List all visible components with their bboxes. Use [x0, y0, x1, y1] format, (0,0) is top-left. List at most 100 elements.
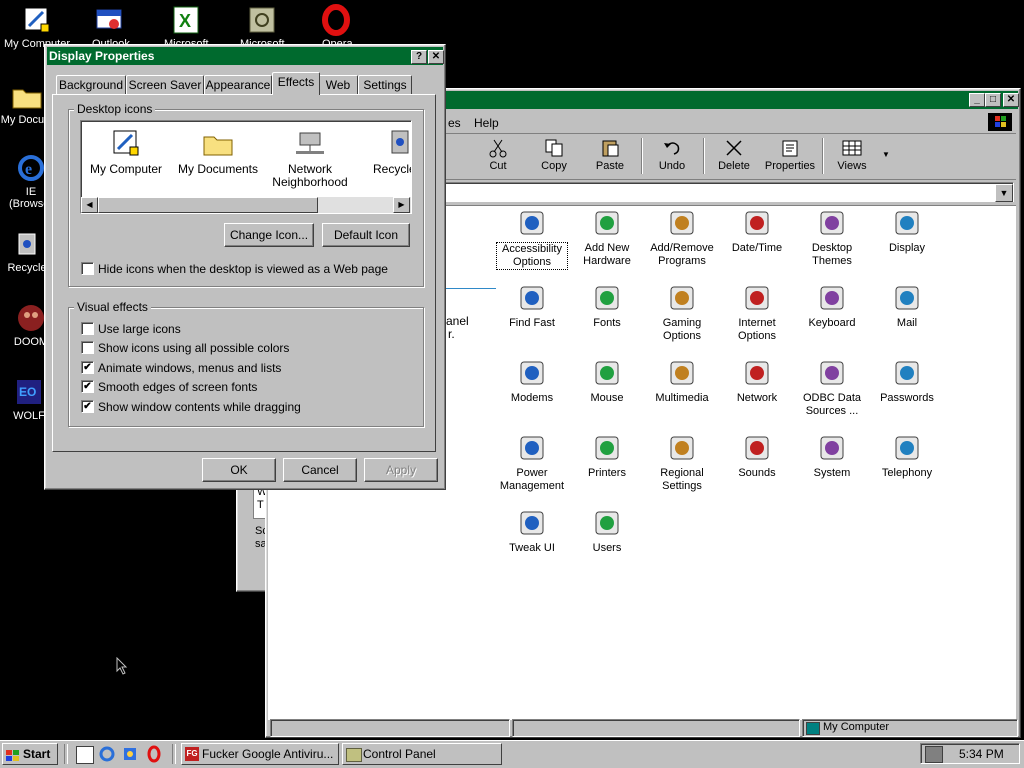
ok-button[interactable]: OK [202, 458, 276, 482]
ie-icon: e [15, 152, 47, 184]
all-colors-checkbox[interactable] [81, 341, 94, 354]
control-panel-item-label: ODBC Data Sources ... [802, 392, 862, 417]
desktop-icons-list-item[interactable]: Network Neighborhood [265, 127, 355, 189]
dialog-close-button[interactable]: ✕ [428, 50, 444, 64]
toolbar-properties[interactable]: Properties [760, 138, 820, 172]
animate-windows-checkbox[interactable]: ✔ [81, 361, 94, 374]
taskbar-button-control-panel[interactable]: Control Panel [342, 743, 502, 765]
control-panel-item[interactable]: System [796, 432, 868, 480]
address-dropdown-button[interactable]: ▼ [995, 184, 1013, 202]
desktop-icons-list-item[interactable]: My Documents [173, 127, 263, 176]
control-panel-item[interactable]: Tweak UI [496, 507, 568, 555]
desktop-icons-list-item[interactable]: Recycle B [355, 127, 412, 176]
status-pane-location: My Computer [802, 719, 1018, 737]
default-icon-button[interactable]: Default Icon [322, 223, 410, 247]
control-panel-item[interactable]: Display [871, 207, 943, 255]
use-large-icons-label[interactable]: Use large icons [98, 322, 181, 336]
control-panel-item[interactable]: Find Fast [496, 282, 568, 330]
hide-icons-label[interactable]: Hide icons when the desktop is viewed as… [98, 262, 388, 276]
tab-screen-saver[interactable]: Screen Saver [126, 75, 204, 96]
toolbar-undo[interactable]: Undo [644, 138, 700, 172]
clock[interactable]: 5:34 PM [959, 747, 1004, 761]
desktop-icon-outlook[interactable] [94, 4, 130, 36]
control-panel-item[interactable]: Fonts [571, 282, 643, 330]
taskbar-button-label: Fucker Google Antiviru... [202, 747, 334, 761]
quicklaunch-ie-icon[interactable] [98, 745, 116, 763]
tab-settings[interactable]: Settings [358, 75, 412, 96]
scroll-left-button[interactable]: ◀ [81, 197, 98, 213]
start-button[interactable]: Start [2, 743, 58, 765]
control-panel-item[interactable]: Date/Time [721, 207, 793, 255]
minimize-button[interactable]: _ [969, 93, 985, 107]
control-panel-item[interactable]: Printers [571, 432, 643, 480]
cancel-button[interactable]: Cancel [283, 458, 357, 482]
scroll-right-button[interactable]: ▶ [393, 197, 410, 213]
tab-appearance[interactable]: Appearance [204, 75, 272, 96]
control-panel-item[interactable]: Mail [871, 282, 943, 330]
control-panel-item[interactable]: Users [571, 507, 643, 555]
control-panel-item[interactable]: Multimedia [646, 357, 718, 405]
control-panel-item[interactable]: Gaming Options [646, 282, 718, 343]
window-contents-checkbox[interactable]: ✔ [81, 400, 94, 413]
toolbar-paste[interactable]: Paste [582, 138, 638, 172]
desktop-icons-list[interactable]: My Computer My Documents Network Neighbo… [80, 120, 412, 214]
control-panel-item[interactable]: Keyboard [796, 282, 868, 330]
desktop-icon-opera[interactable] [320, 4, 356, 36]
tab-effects[interactable]: Effects [272, 72, 320, 95]
system-tray: 5:34 PM [920, 743, 1020, 764]
control-panel-item[interactable]: Desktop Themes [796, 207, 868, 268]
control-panel-item[interactable]: Add New Hardware [571, 207, 643, 268]
hide-icons-checkbox[interactable] [81, 262, 94, 275]
control-panel-item[interactable]: ODBC Data Sources ... [796, 357, 868, 418]
use-large-icons-checkbox[interactable] [81, 322, 94, 335]
smooth-fonts-label[interactable]: Smooth edges of screen fonts [98, 380, 257, 394]
copy-icon [543, 138, 565, 158]
tab-background[interactable]: Background [56, 75, 126, 96]
control-panel-item[interactable]: Mouse [571, 357, 643, 405]
display-settings-tray-icon[interactable] [925, 746, 943, 763]
scroll-thumb[interactable] [98, 197, 318, 213]
desktop-icons-scrollbar[interactable]: ◀ ▶ [81, 197, 411, 213]
control-panel-item[interactable]: Internet Options [721, 282, 793, 343]
tab-web[interactable]: Web [318, 75, 358, 96]
control-panel-item[interactable]: Sounds [721, 432, 793, 480]
control-panel-item[interactable]: Telephony [871, 432, 943, 480]
views-dropdown-arrow[interactable]: ▼ [882, 150, 890, 159]
animate-windows-label[interactable]: Animate windows, menus and lists [98, 361, 281, 375]
control-panel-item-label: System [813, 467, 851, 479]
desktop-icons-item-label: Recycle B [372, 162, 412, 176]
control-panel-item-label: Printers [588, 467, 626, 479]
toolbar-copy[interactable]: Copy [526, 138, 582, 172]
control-panel-item[interactable]: Network [721, 357, 793, 405]
quicklaunch-desktop-icon[interactable] [76, 746, 94, 764]
apply-button[interactable]: Apply [364, 458, 438, 482]
toolbar-cut[interactable]: Cut [470, 138, 526, 172]
control-panel-item[interactable]: Power Management [496, 432, 568, 493]
control-panel-item[interactable]: Add/Remove Programs [646, 207, 718, 268]
control-panel-item[interactable]: Modems [496, 357, 568, 405]
control-panel-item[interactable]: Passwords [871, 357, 943, 405]
desktop-icons-list-item[interactable]: My Computer [81, 127, 171, 176]
menu-item-help[interactable]: Help [474, 116, 499, 130]
control-panel-item[interactable]: Regional Settings [646, 432, 718, 493]
change-icon-button[interactable]: Change Icon... [224, 223, 314, 247]
window-contents-label[interactable]: Show window contents while dragging [98, 400, 301, 414]
menu-item-partial[interactable]: es [448, 116, 461, 130]
quicklaunch-channels-icon[interactable] [121, 745, 139, 763]
desktop-icon-excel[interactable]: X [170, 4, 206, 36]
all-colors-label[interactable]: Show icons using all possible colors [98, 341, 289, 355]
outlook-icon [96, 9, 122, 29]
toolbar-views[interactable]: Views [824, 138, 880, 172]
help-button[interactable]: ? [411, 50, 427, 64]
quicklaunch-opera-icon[interactable] [145, 745, 163, 763]
toolbar-delete[interactable]: Delete [706, 138, 762, 172]
desktop-icons-group-label: Desktop icons [74, 102, 156, 116]
control-panel-item[interactable]: Accessibility Options [496, 207, 568, 270]
taskbar-button-antivirus[interactable]: FG Fucker Google Antiviru... [181, 743, 339, 765]
desktop-icon-msapp[interactable] [246, 4, 282, 36]
maximize-button[interactable]: □ [985, 93, 1001, 107]
smooth-fonts-checkbox[interactable]: ✔ [81, 380, 94, 393]
close-button[interactable]: ✕ [1003, 93, 1019, 107]
dialog-titlebar[interactable]: Display Properties [47, 47, 443, 65]
toolbar-views-label: Views [837, 160, 867, 172]
